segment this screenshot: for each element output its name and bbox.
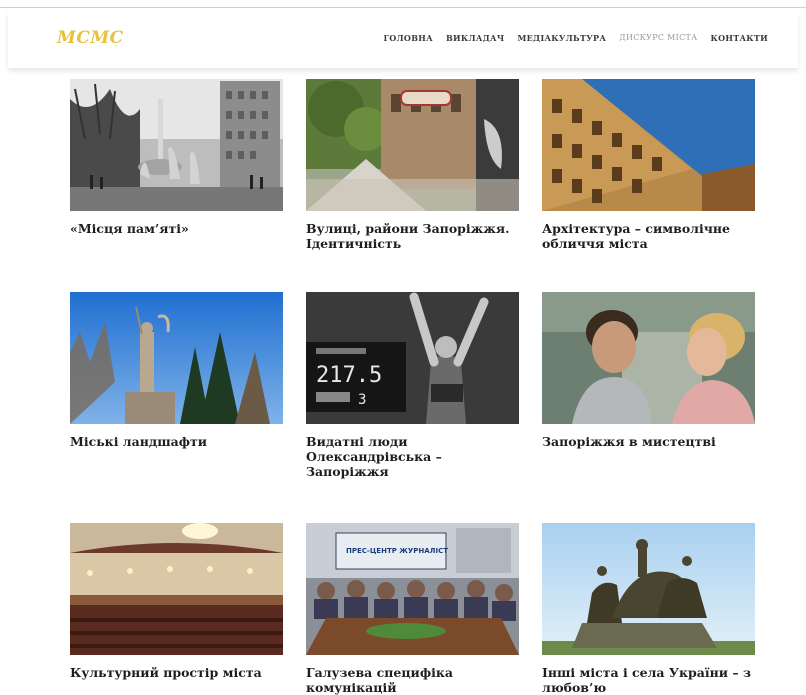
nav-item-teacher[interactable]: ВИКЛАДАЧ xyxy=(446,33,505,43)
card-title[interactable]: Галузева специфіка комунікацій xyxy=(306,665,519,695)
building-facade-photo[interactable] xyxy=(542,79,755,211)
scoreboard-value: 217.5 xyxy=(316,363,382,388)
scoreboard-small-value: 3 xyxy=(358,392,366,408)
top-divider xyxy=(0,7,806,8)
card-city-landscapes[interactable]: Міські ландшафти xyxy=(70,292,283,449)
bw-square-fountain-photo[interactable] xyxy=(70,79,283,211)
nav-item-city-discourse[interactable]: ДИСКУРС МІСТА xyxy=(619,33,697,43)
card-title[interactable]: Культурний простір міста xyxy=(70,665,283,680)
nav-item-contacts[interactable]: КОНТАКТИ xyxy=(711,33,768,43)
card-architecture[interactable]: Архітектура – символічне обличчя міста xyxy=(542,79,755,251)
card-title[interactable]: Видатні люди Олександрівська – Запоріжжя xyxy=(306,434,519,479)
weightlifter-photo[interactable]: 217.5 3 xyxy=(306,292,519,424)
card-places-of-memory[interactable]: «Місця пам’яті» xyxy=(70,79,283,236)
concert-hall-photo[interactable] xyxy=(70,523,283,655)
nav-item-home[interactable]: ГОЛОВНА xyxy=(383,33,432,43)
main-nav: ГОЛОВНА ВИКЛАДАЧ МЕДІАКУЛЬТУРА ДИСКУРС М… xyxy=(383,33,768,43)
card-title[interactable]: Міські ландшафти xyxy=(70,434,283,449)
site-header: MCMC ГОЛОВНА ВИКЛАДАЧ МЕДІАКУЛЬТУРА ДИСК… xyxy=(8,12,798,68)
card-streets-districts[interactable]: Вулиці, райони Запоріжжя. Ідентичність xyxy=(306,79,519,251)
monument-landscape-photo[interactable] xyxy=(70,292,283,424)
card-title[interactable]: Вулиці, райони Запоріжжя. Ідентичність xyxy=(306,221,519,251)
card-title[interactable]: Інші міста і села України – з любов’ю xyxy=(542,665,755,695)
cossack-monument-photo[interactable] xyxy=(542,523,755,655)
press-center-photo[interactable]: ПРЕС-ЦЕНТР ЖУРНАЛІСТ xyxy=(306,523,519,655)
card-title[interactable]: «Місця пам’яті» xyxy=(70,221,283,236)
card-title[interactable]: Архітектура – символічне обличчя міста xyxy=(542,221,755,251)
nav-item-media-culture[interactable]: МЕДІАКУЛЬТУРА xyxy=(517,33,606,43)
film-still-photo[interactable] xyxy=(542,292,755,424)
street-photo[interactable] xyxy=(306,79,519,211)
site-logo[interactable]: MCMC xyxy=(57,28,124,48)
card-zaporizhzhia-in-art[interactable]: Запоріжжя в мистецтві xyxy=(542,292,755,449)
card-cultural-space[interactable]: Культурний простір міста xyxy=(70,523,283,680)
card-notable-people[interactable]: 217.5 3 Видатні люди Олександрівська – З… xyxy=(306,292,519,479)
card-industry-communications[interactable]: ПРЕС-ЦЕНТР ЖУРНАЛІСТ Галузева специфіка … xyxy=(306,523,519,695)
press-banner-text: ПРЕС-ЦЕНТР ЖУРНАЛІСТ xyxy=(346,547,448,555)
card-other-cities-villages[interactable]: Інші міста і села України – з любов’ю xyxy=(542,523,755,695)
card-title[interactable]: Запоріжжя в мистецтві xyxy=(542,434,755,449)
